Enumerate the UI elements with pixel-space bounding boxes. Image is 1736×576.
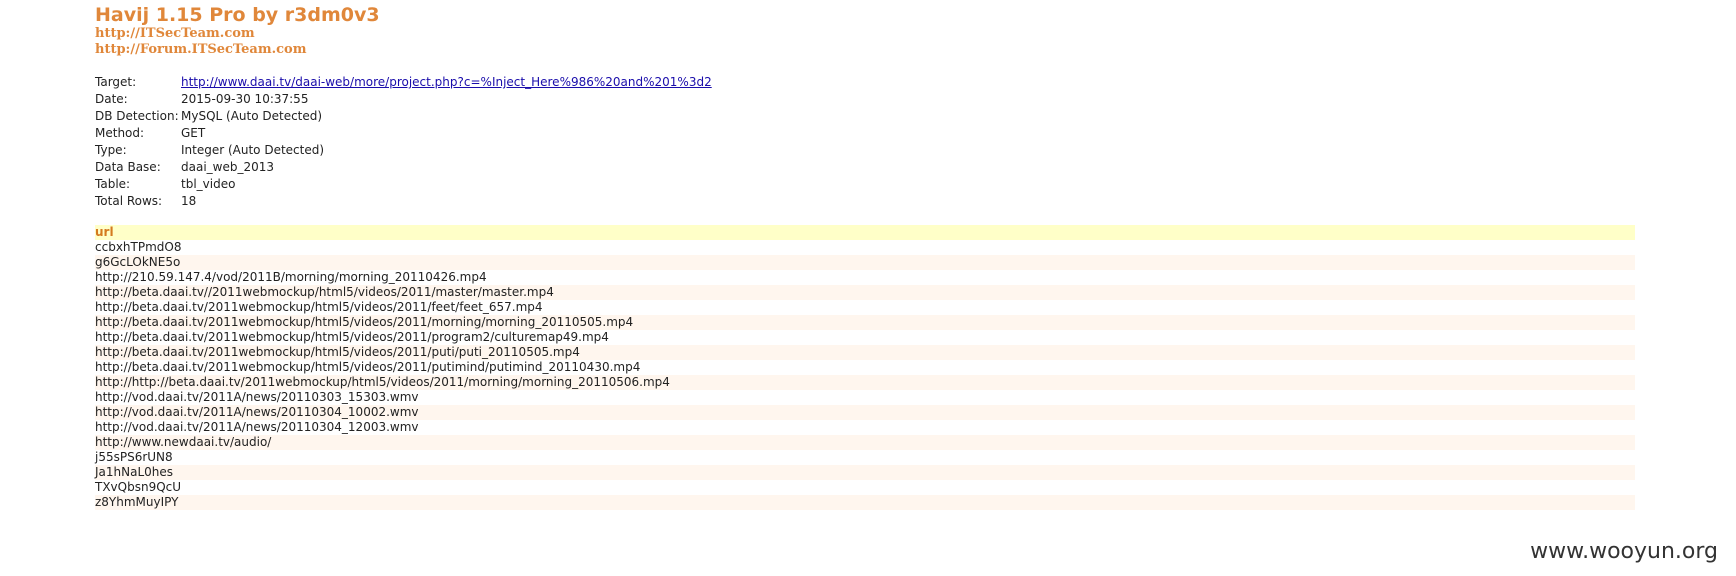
forum-link[interactable]: http://Forum.ITSecTeam.com xyxy=(95,42,1635,58)
table-label: Table: xyxy=(95,177,131,191)
table-row: http://vod.daai.tv/2011A/news/20110303_1… xyxy=(95,390,419,404)
table-row: ccbxhTPmdO8 xyxy=(95,240,182,254)
total-rows-label: Total Rows: xyxy=(95,194,163,208)
total-rows-value: 18 xyxy=(181,194,197,208)
db-detection-value: MySQL (Auto Detected) xyxy=(181,109,323,123)
report-title: Havij 1.15 Pro by r3dm0v3 xyxy=(95,4,380,26)
date-label: Date: xyxy=(95,92,128,106)
database-value: daai_web_2013 xyxy=(181,160,275,174)
target-label: Target: xyxy=(95,75,137,89)
info-row-target: Target: http://www.daai.tv/daai-web/more… xyxy=(95,74,712,91)
info-row-method: Method: GET xyxy=(95,125,712,142)
table-row: Ja1hNaL0hes xyxy=(95,465,1635,480)
table-row: TXvQbsn9QcU xyxy=(95,480,182,494)
table-value: tbl_video xyxy=(181,177,236,191)
type-value: Integer (Auto Detected) xyxy=(181,143,325,157)
table-row: http://beta.daai.tv/2011webmockup/html5/… xyxy=(95,345,1635,360)
date-value: 2015-09-30 10:37:55 xyxy=(181,92,309,106)
table-row: http://beta.daai.tv/2011webmockup/html5/… xyxy=(95,360,641,374)
results-table: url ccbxhTPmdO8 g6GcLOkNE5o http://210.5… xyxy=(95,225,1635,510)
table-row: http://http://beta.daai.tv/2011webmockup… xyxy=(95,375,1635,390)
column-header-url: url xyxy=(95,225,1635,240)
table-row: z8YhmMuyIPY xyxy=(95,495,1635,510)
info-row-total-rows: Total Rows: 18 xyxy=(95,193,712,210)
info-row-date: Date: 2015-09-30 10:37:55 xyxy=(95,91,712,108)
method-value: GET xyxy=(181,126,206,140)
table-row: http://beta.daai.tv/2011webmockup/html5/… xyxy=(95,315,1635,330)
table-row: http://vod.daai.tv/2011A/news/20110304_1… xyxy=(95,405,1635,420)
type-label: Type: xyxy=(95,143,127,157)
info-row-type: Type: Integer (Auto Detected) xyxy=(95,142,712,159)
info-table: Target: http://www.daai.tv/daai-web/more… xyxy=(95,74,712,210)
table-row: http://beta.daai.tv//2011webmockup/html5… xyxy=(95,285,1635,300)
target-value: http://www.daai.tv/daai-web/more/project… xyxy=(181,74,712,91)
report-page: Havij 1.15 Pro by r3dm0v3 http://ITSecTe… xyxy=(95,4,1635,510)
info-row-db-detection: DB Detection: MySQL (Auto Detected) xyxy=(95,108,712,125)
table-row: http://vod.daai.tv/2011A/news/20110304_1… xyxy=(95,420,419,434)
database-label: Data Base: xyxy=(95,160,161,174)
table-row: http://beta.daai.tv/2011webmockup/html5/… xyxy=(95,330,609,344)
table-row: g6GcLOkNE5o xyxy=(95,255,1635,270)
method-label: Method: xyxy=(95,126,145,140)
db-detection-label: DB Detection: xyxy=(95,109,179,123)
table-row: j55sPS6rUN8 xyxy=(95,450,173,464)
watermark-text: www.wooyun.org xyxy=(1530,539,1718,564)
target-link[interactable]: http://www.daai.tv/daai-web/more/project… xyxy=(181,75,712,89)
info-row-database: Data Base: daai_web_2013 xyxy=(95,159,712,176)
itsecteam-link[interactable]: http://ITSecTeam.com xyxy=(95,26,1635,42)
table-row: http://210.59.147.4/vod/2011B/morning/mo… xyxy=(95,270,487,284)
info-row-table: Table: tbl_video xyxy=(95,176,712,193)
table-row: http://www.newdaai.tv/audio/ xyxy=(95,435,1635,450)
table-row: http://beta.daai.tv/2011webmockup/html5/… xyxy=(95,300,543,314)
